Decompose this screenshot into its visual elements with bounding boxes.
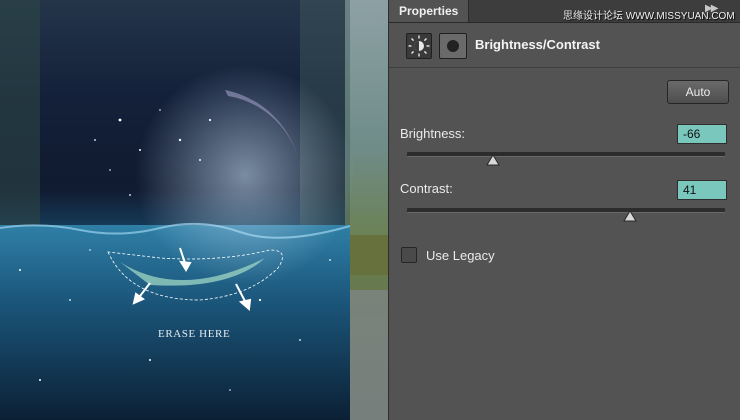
contrast-label: Contrast: (400, 181, 453, 196)
brightness-label: Brightness: (400, 126, 466, 141)
adjustment-title: Brightness/Contrast (475, 37, 600, 52)
brightness-value-field[interactable]: -66 (677, 124, 727, 144)
auto-button[interactable]: Auto (667, 80, 729, 104)
contrast-slider-track[interactable] (407, 208, 725, 222)
double-chevron-right-icon[interactable]: ▶▶ (705, 3, 718, 14)
use-legacy-label: Use Legacy (426, 248, 495, 263)
erase-here-annotation: ERASE HERE (158, 328, 231, 340)
tab-properties[interactable]: Properties (389, 0, 470, 22)
adjustment-header: Brightness/Contrast (389, 23, 740, 68)
artwork-canvas[interactable]: ERASE HERE (0, 0, 388, 420)
brightness-slider-track[interactable] (407, 152, 725, 166)
use-legacy-checkbox[interactable] (401, 247, 417, 263)
layer-mask-icon[interactable] (439, 33, 467, 59)
brightness-sun-icon[interactable] (406, 33, 432, 59)
brightness-slider-thumb[interactable] (485, 155, 500, 166)
properties-panel: Properties 思缘设计论坛 WWW.MISSYUAN.COM ▶▶ Br… (388, 0, 740, 420)
panel-tab-bar: Properties 思缘设计论坛 WWW.MISSYUAN.COM ▶▶ (389, 0, 740, 23)
contrast-value-field[interactable]: 41 (677, 180, 727, 200)
artwork-image (0, 0, 388, 420)
contrast-slider-thumb[interactable] (622, 211, 637, 222)
